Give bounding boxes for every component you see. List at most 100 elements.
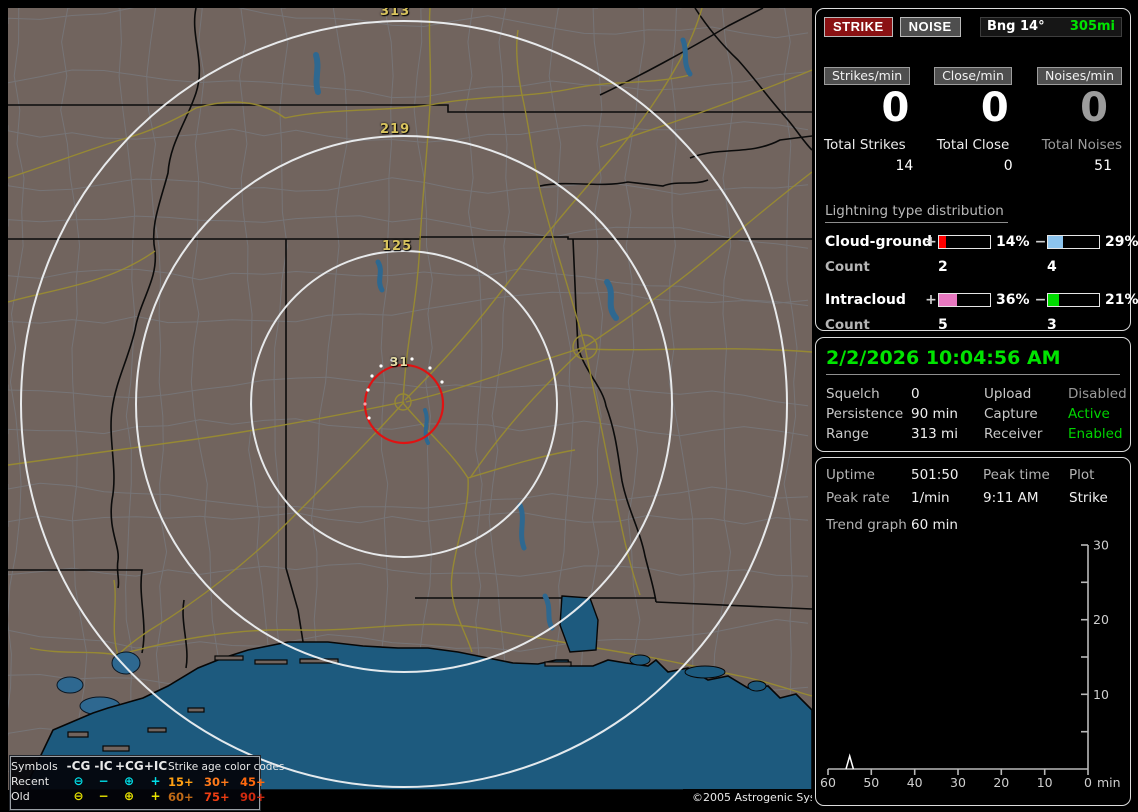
intracloud-row: Intracloud + 36% − 21%	[825, 292, 1138, 308]
strikes-per-min-value: 0	[881, 85, 910, 131]
cloud-ground-label: Cloud-ground	[825, 234, 932, 250]
ic-minus-count: 3	[1047, 317, 1057, 333]
noise-button[interactable]: NOISE	[899, 17, 961, 37]
datetime-display: 2/2/2026 10:04:56 AM	[826, 347, 1061, 369]
minus-sign: −	[1034, 234, 1047, 250]
side-panel: STRIKE NOISE Bng 14° 305mi Strikes/min 0…	[812, 0, 1138, 812]
x-axis-unit: min	[1097, 775, 1121, 790]
ring-label-219: 219	[380, 122, 411, 137]
ic-minus-pct: 21%	[1105, 292, 1138, 308]
range-value: 313 mi	[911, 426, 958, 442]
total-strikes-label: Total Strikes	[824, 137, 906, 153]
pos-ic-old-icon: +	[150, 789, 161, 803]
trend-graph-label: Trend graph	[826, 517, 907, 533]
legend-col-neg-ic: -IC	[94, 759, 113, 773]
age-30: 30+	[204, 774, 230, 789]
bearing-range: 305mi	[1069, 19, 1115, 34]
ic-plus-pct: 36%	[996, 292, 1030, 308]
total-close-value: 0	[1003, 158, 1013, 174]
capture-status: Active	[1068, 406, 1110, 422]
close-per-min-value: 0	[980, 85, 1009, 131]
strikes-counter: Strikes/min 0 Total Strikes 14	[824, 67, 923, 174]
settings-row: Squelch 0 Upload Disabled	[826, 384, 1127, 404]
upload-label: Upload	[984, 386, 1032, 402]
minus-sign: −	[1034, 292, 1047, 308]
stats-row: Uptime 501:50 Peak time Plot	[826, 464, 1120, 487]
bearing-label: Bng 14°	[987, 19, 1045, 34]
lightning-distribution: Lightning type distribution Cloud-ground…	[825, 200, 1138, 333]
age-45: 45+	[240, 774, 266, 789]
cg-minus-bar	[1047, 235, 1100, 249]
settings-row: Range 313 mi Receiver Enabled	[826, 424, 1123, 444]
y-tick-30: 30	[1093, 538, 1109, 553]
total-close-label: Total Close	[936, 137, 1010, 153]
ic-minus-bar	[1047, 293, 1100, 307]
peak-time-value: 9:11 AM	[983, 490, 1039, 506]
plus-sign: +	[925, 292, 937, 308]
legend-row-recent: Recent	[11, 775, 50, 788]
noises-counter: Noises/min 0 Total Noises 51	[1023, 67, 1122, 174]
neg-ic-recent-icon: −	[98, 774, 109, 788]
distribution-title: Lightning type distribution	[825, 203, 1008, 223]
x-tick-20: 20	[993, 775, 1009, 790]
peak-rate-label: Peak rate	[826, 490, 890, 506]
uptime-value: 501:50	[911, 467, 959, 483]
strike-button[interactable]: STRIKE	[824, 17, 893, 37]
count-label: Count	[825, 317, 870, 333]
neg-cg-old-icon: ⊖	[73, 789, 84, 803]
trend-graph-row: Trend graph 60 min	[826, 517, 1120, 533]
ic-plus-bar	[938, 293, 991, 307]
ic-plus-count: 5	[938, 317, 948, 333]
pos-ic-recent-icon: +	[150, 774, 161, 788]
cg-minus-count: 4	[1047, 259, 1057, 275]
legend-age-header: Strike age color codes	[168, 760, 285, 773]
peak-time-label: Peak time	[983, 467, 1050, 483]
persistence-value: 90 min	[911, 406, 958, 422]
intracloud-label: Intracloud	[825, 292, 906, 308]
upload-status: Disabled	[1068, 386, 1127, 402]
uptime-label: Uptime	[826, 467, 875, 483]
trend-graph-period: 60 min	[911, 517, 958, 533]
close-counter: Close/min 0 Total Close 0	[923, 67, 1022, 174]
total-strikes-value: 14	[895, 158, 914, 174]
noises-per-min-chip: Noises/min	[1037, 67, 1122, 85]
neg-ic-old-icon: −	[98, 789, 109, 803]
receiver-label: Receiver	[984, 426, 1043, 442]
cloud-ground-count-row: Count 2 4	[825, 259, 1121, 275]
total-noises-value: 51	[1094, 158, 1112, 174]
range-label: Range	[826, 426, 869, 442]
strike-stats-box: STRIKE NOISE Bng 14° 305mi Strikes/min 0…	[815, 8, 1138, 333]
legend-col-neg-cg: -CG	[66, 759, 91, 773]
lightning-map[interactable]: 313 219 125 31	[8, 8, 812, 790]
cg-plus-count: 2	[938, 259, 948, 275]
trend-chart: 10 20 30 60 50 40 30 20 10 0 min	[820, 538, 1121, 791]
count-label: Count	[825, 259, 870, 275]
x-tick-50: 50	[863, 775, 879, 790]
peak-rate-value: 1/min	[911, 490, 950, 506]
rate-counters: Strikes/min 0 Total Strikes 14 Close/min…	[824, 67, 1122, 174]
y-tick-20: 20	[1093, 612, 1109, 627]
stats-row: Peak rate 1/min 9:11 AM Strike	[826, 487, 1120, 510]
settings-row: Persistence 90 min Capture Active	[826, 404, 1120, 424]
strikes-per-min-chip: Strikes/min	[824, 67, 911, 85]
x-tick-60: 60	[820, 775, 836, 790]
neg-cg-recent-icon: ⊖	[73, 774, 84, 788]
pos-cg-old-icon: ⊕	[123, 789, 135, 803]
plot-label: Plot	[1069, 467, 1095, 483]
ring-label-125: 125	[382, 239, 413, 254]
app-window: 313 219 125 31 Symbols -CG -IC +CG +IC S…	[0, 0, 1138, 812]
x-tick-10: 10	[1037, 775, 1053, 790]
close-per-min-chip: Close/min	[934, 67, 1012, 85]
age-15: 15+	[168, 774, 194, 789]
trend-spike	[845, 753, 855, 770]
bearing-display: Bng 14° 305mi	[980, 17, 1122, 37]
age-90: 90+	[240, 789, 266, 804]
legend-symbols-header: Symbols	[11, 760, 58, 773]
cg-plus-bar	[938, 235, 991, 249]
intracloud-count-row: Count 5 3	[825, 317, 1121, 333]
cloud-ground-row: Cloud-ground + 14% − 29%	[825, 234, 1138, 250]
cg-minus-pct: 29%	[1105, 234, 1138, 250]
legend-col-pos-ic: +IC	[143, 759, 168, 773]
legend-col-pos-cg: +CG	[115, 759, 144, 773]
plus-sign: +	[925, 234, 937, 250]
